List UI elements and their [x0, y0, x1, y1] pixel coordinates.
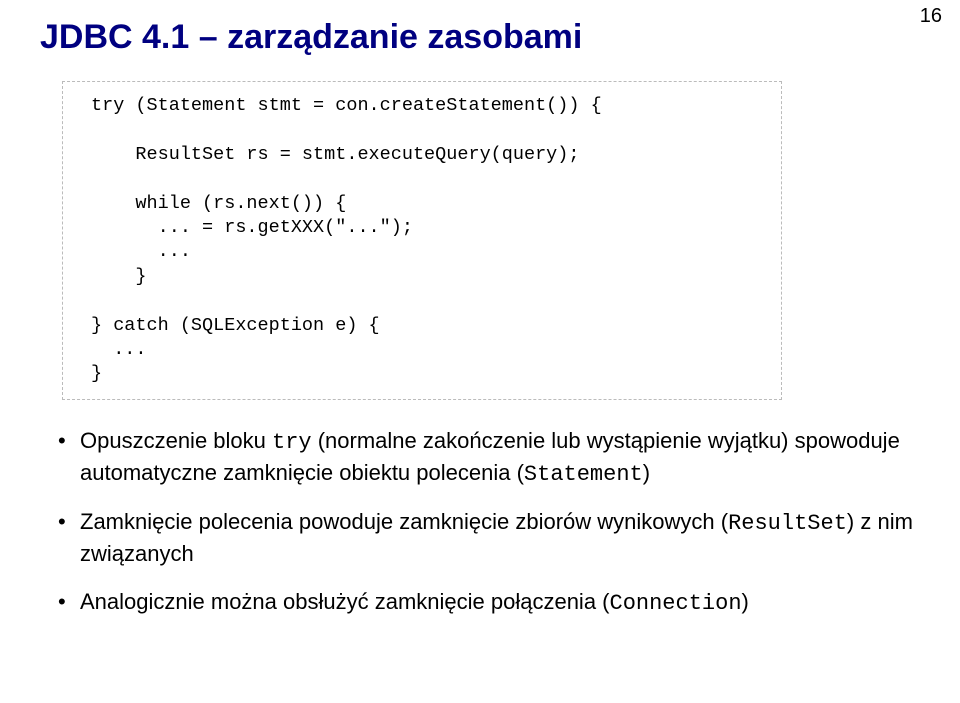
bullet-text: Analogicznie można obsłużyć zamknięcie p… [80, 589, 610, 614]
code-line: ... = rs.getXXX("..."); [91, 217, 413, 238]
code-line: } catch (SQLException e) { [91, 315, 380, 336]
bullet-text: Zamknięcie polecenia powoduje zamknięcie… [80, 509, 728, 534]
code-block: try (Statement stmt = con.createStatemen… [62, 81, 782, 400]
bullet-item: Zamknięcie polecenia powoduje zamknięcie… [58, 507, 920, 568]
code-inline: try [272, 430, 312, 455]
code-line: while (rs.next()) { [91, 193, 346, 214]
code-line: try (Statement stmt = con.createStatemen… [91, 95, 602, 116]
bullet-item: Analogicznie można obsłużyć zamknięcie p… [58, 587, 920, 619]
bullet-text: ) [643, 460, 650, 485]
code-inline: Statement [524, 462, 643, 487]
bullet-text: Opuszczenie bloku [80, 428, 272, 453]
slide: 16 JDBC 4.1 – zarządzanie zasobami try (… [0, 0, 960, 656]
code-inline: Connection [610, 591, 742, 616]
page-number: 16 [920, 5, 942, 28]
code-line: ... [91, 241, 191, 262]
code-line: } [91, 363, 102, 384]
slide-title: JDBC 4.1 – zarządzanie zasobami [40, 18, 920, 57]
code-inline: ResultSet [728, 511, 847, 536]
code-line: } [91, 266, 147, 287]
code-line: ResultSet rs = stmt.executeQuery(query); [91, 144, 579, 165]
code-line: ... [91, 339, 147, 360]
bullet-item: Opuszczenie bloku try (normalne zakończe… [58, 426, 920, 489]
bullet-text: ) [742, 589, 749, 614]
bullet-list: Opuszczenie bloku try (normalne zakończe… [58, 426, 920, 618]
